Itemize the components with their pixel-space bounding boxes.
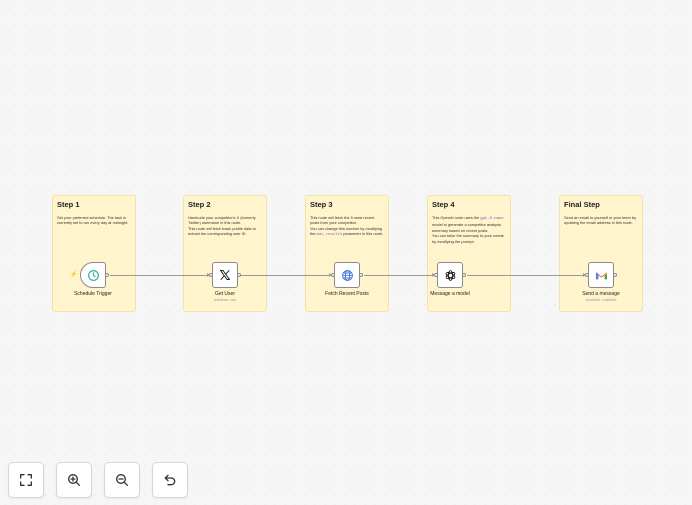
output-handle[interactable]	[613, 273, 617, 277]
trigger-bolt-icon: ⚡	[70, 272, 78, 278]
fit-view-button[interactable]	[8, 462, 44, 498]
output-handle[interactable]	[462, 273, 466, 277]
note-text: Send an email to yourself or your team b…	[564, 215, 637, 226]
fit-view-icon	[20, 474, 32, 486]
note-title: Step 4	[432, 200, 455, 209]
zoom-in-button[interactable]	[56, 462, 92, 498]
note-text: Hardcode your competitor's X (formerly T…	[188, 215, 256, 226]
note-text: This node will fetch basic profile data …	[188, 225, 256, 237]
output-handle[interactable]	[359, 273, 363, 277]
connection-model-to-gmail[interactable]	[467, 275, 583, 276]
fetch-recent-posts-node[interactable]	[334, 262, 360, 288]
node-label: Send a message	[582, 291, 620, 297]
note-text: Set your preferred schedule. The task is…	[57, 215, 129, 226]
schedule-trigger-node[interactable]	[80, 262, 106, 288]
clock-icon	[87, 269, 99, 281]
note-title: Step 3	[310, 200, 333, 209]
node-label: Fetch Recent Posts	[325, 291, 369, 297]
reset-zoom-icon	[164, 474, 176, 486]
x-logo-icon	[220, 270, 230, 280]
output-handle[interactable]	[237, 273, 241, 277]
node-label: Schedule Trigger	[74, 291, 112, 297]
note-text: This OpenAI node uses the gpt-5-nano mod…	[432, 215, 504, 244]
globe-icon	[341, 269, 353, 281]
reset-zoom-button[interactable]	[152, 462, 188, 498]
openai-icon	[445, 269, 455, 281]
node-sublabel: undefined: undefined	[585, 298, 617, 302]
node-label: Get User	[214, 291, 235, 297]
connection-get-user-to-fetch[interactable]	[242, 275, 330, 276]
node-label: Message a model	[430, 291, 470, 297]
note-title: Step 1	[57, 200, 80, 209]
gmail-icon	[595, 271, 607, 279]
zoom-out-button[interactable]	[104, 462, 140, 498]
note-text: This node will fetch the 5 most recent p…	[310, 215, 384, 238]
output-handle[interactable]	[105, 273, 109, 277]
code-max-results: max_results	[316, 233, 343, 238]
code-model-name: gpt-5-nano	[480, 217, 504, 221]
node-sublabel: undefined: user	[213, 298, 237, 302]
get-user-node[interactable]	[212, 262, 238, 288]
message-a-model-node[interactable]	[437, 262, 463, 288]
zoom-in-icon	[68, 474, 80, 486]
zoom-out-icon	[116, 474, 128, 486]
note-title: Final Step	[564, 200, 600, 209]
note-title: Step 2	[188, 200, 211, 209]
connection-fetch-to-model[interactable]	[364, 275, 433, 276]
send-a-message-node[interactable]	[588, 262, 614, 288]
